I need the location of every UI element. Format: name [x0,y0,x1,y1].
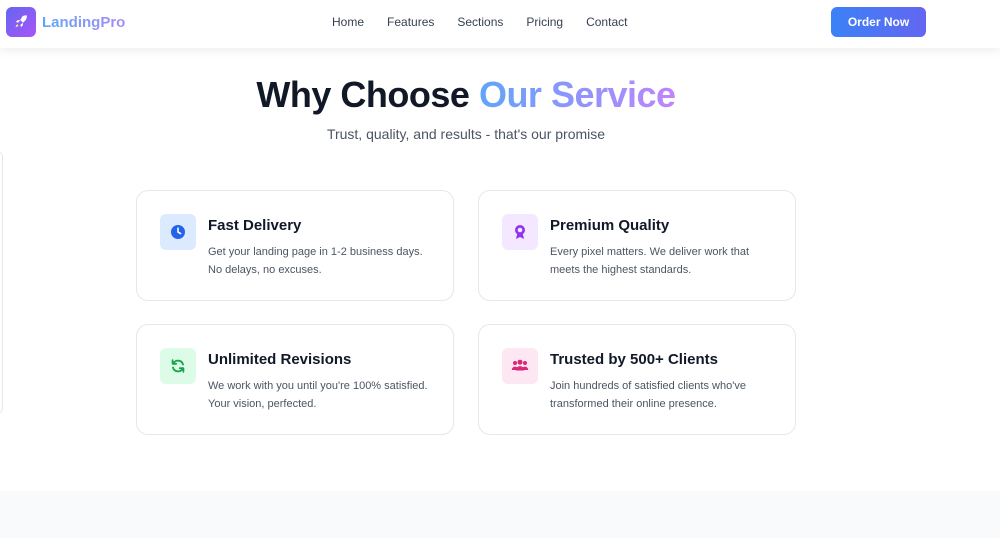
feature-description: Every pixel matters. We deliver work tha… [550,246,750,276]
rocket-icon [6,7,36,37]
feature-title: Fast Delivery [208,217,302,234]
refresh-icon [160,348,196,384]
feature-card-fast-delivery: Fast Delivery Get your landing page in 1… [136,190,454,301]
nav-sections[interactable]: Sections [457,15,503,29]
feature-description: We work with you until you're 100% satis… [208,380,428,410]
feature-description: Get your landing page in 1-2 business da… [208,246,423,276]
section-subtitle: Trust, quality, and results - that's our… [326,126,606,142]
feature-description: Join hundreds of satisfied clients who'v… [550,380,746,410]
side-panel-edge [0,150,3,415]
feature-title: Unlimited Revisions [208,351,352,368]
main-nav: Home Features Sections Pricing Contact [332,15,650,29]
feature-card-premium-quality: Premium Quality Every pixel matters. We … [478,190,796,301]
nav-contact[interactable]: Contact [586,15,627,29]
feature-title: Trusted by 500+ Clients [550,351,718,368]
nav-features[interactable]: Features [387,15,434,29]
order-now-button[interactable]: Order Now [831,7,926,37]
nav-home[interactable]: Home [332,15,364,29]
section-title-main: Why Choose [256,74,479,115]
users-icon [502,348,538,384]
feature-card-trusted-clients: Trusted by 500+ Clients Join hundreds of… [478,324,796,435]
feature-card-unlimited-revisions: Unlimited Revisions We work with you unt… [136,324,454,435]
nav-pricing[interactable]: Pricing [526,15,563,29]
section-title: Why Choose Our Service [0,74,932,116]
brand-name: LandingPro [42,13,126,31]
award-icon [502,214,538,250]
site-header: LandingPro Home Features Sections Pricin… [0,0,1000,48]
brand-logo[interactable]: LandingPro [6,7,125,37]
section-title-accent: Our Service [478,74,676,115]
feature-title: Premium Quality [550,217,670,234]
next-section-band [0,491,1000,538]
clock-icon [160,214,196,250]
